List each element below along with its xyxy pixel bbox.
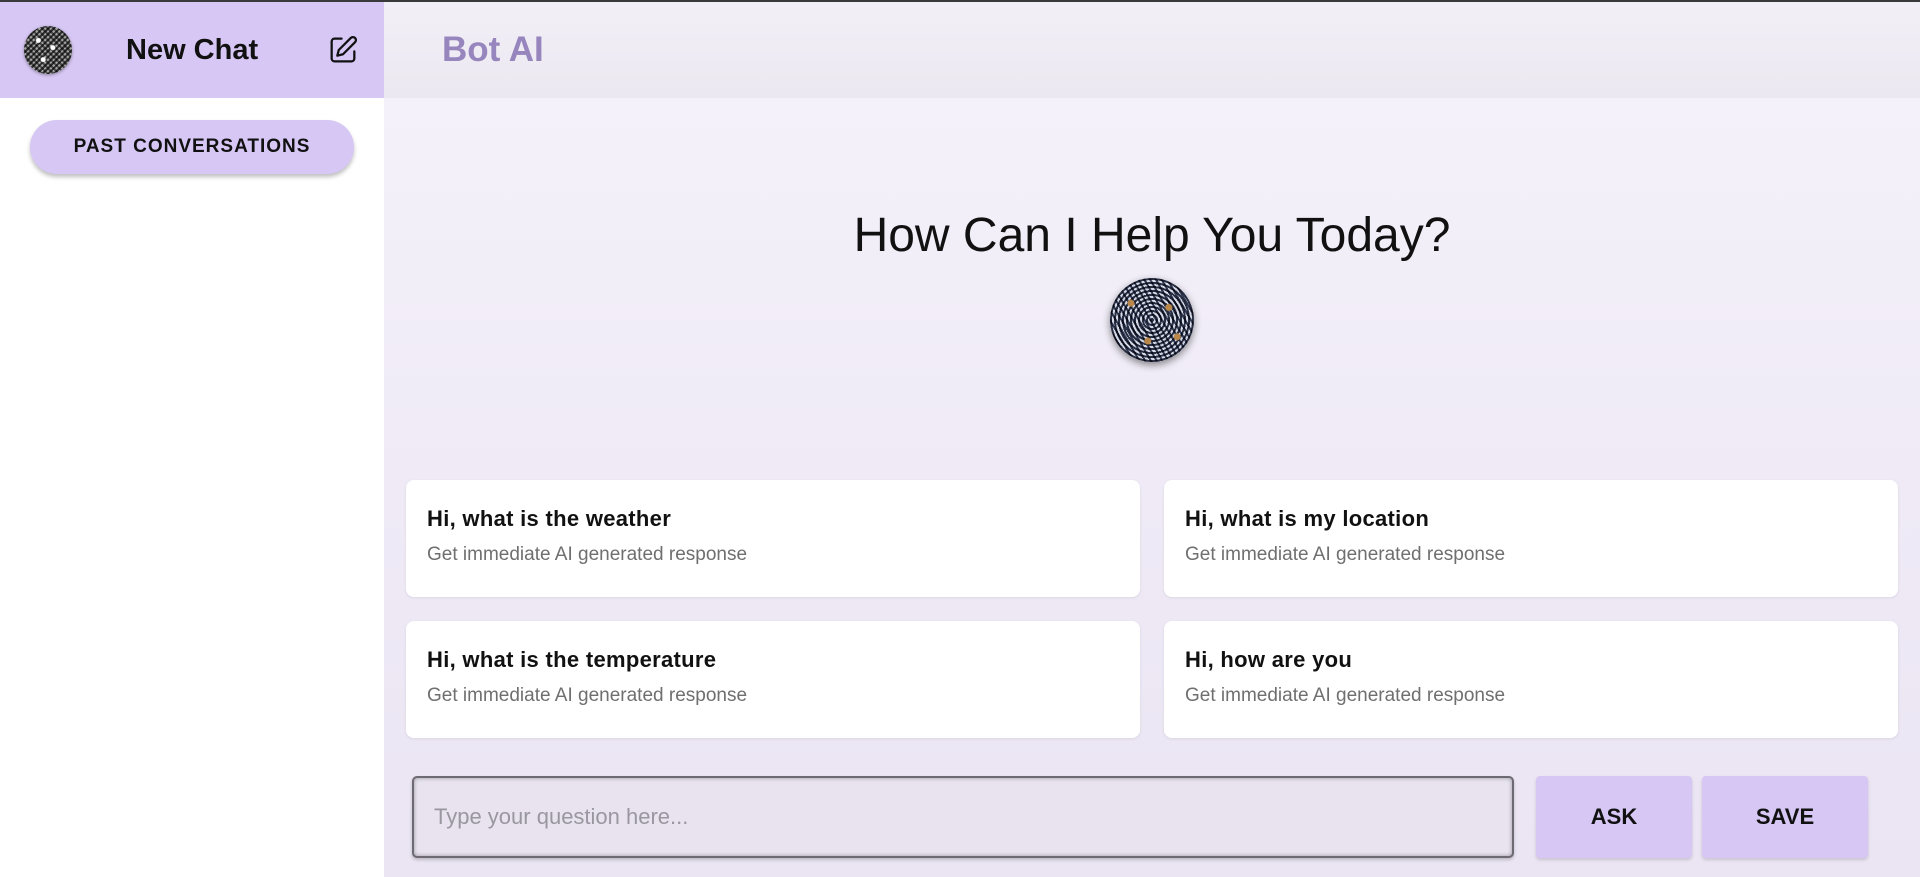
suggestion-title: Hi, what is my location (1185, 506, 1430, 531)
suggestion-subtitle: Get immediate AI generated response (1185, 685, 1506, 706)
suggestion-title: Hi, how are you (1185, 647, 1353, 672)
save-button[interactable]: SAVE (1702, 776, 1868, 858)
suggestion-grid: Hi, what is the weather Get immediate AI… (406, 480, 1898, 738)
avatar (24, 26, 72, 74)
composer: ASK SAVE (412, 774, 1896, 860)
suggestion-subtitle: Get immediate AI generated response (427, 685, 748, 706)
main-panel: Bot AI How Can I Help You Today? Hi, wha… (384, 2, 1920, 877)
question-input[interactable] (412, 776, 1514, 858)
suggestion-card[interactable]: Hi, what is the temperature Get immediat… (406, 621, 1140, 738)
ask-button[interactable]: ASK (1536, 776, 1692, 858)
suggestion-card[interactable]: Hi, what is my location Get immediate AI… (1164, 480, 1898, 597)
suggestion-title: Hi, what is the weather (427, 506, 672, 531)
sidebar-body: PAST CONVERSATIONS (0, 98, 384, 196)
sidebar-header: New Chat (0, 2, 384, 98)
suggestion-card[interactable]: Hi, how are you Get immediate AI generat… (1164, 621, 1898, 738)
new-chat-label[interactable]: New Chat (126, 34, 326, 67)
edit-pencil-icon[interactable] (326, 33, 360, 67)
bot-avatar (1110, 278, 1194, 362)
hero: How Can I Help You Today? (384, 212, 1920, 362)
brand-title: Bot AI (442, 30, 544, 69)
suggestion-subtitle: Get immediate AI generated response (427, 544, 748, 565)
sidebar: New Chat PAST CONVERSATIONS (0, 2, 384, 877)
main-header: Bot AI (384, 2, 1920, 98)
suggestion-subtitle: Get immediate AI generated response (1185, 544, 1506, 565)
past-conversations-button[interactable]: PAST CONVERSATIONS (30, 120, 354, 174)
suggestion-card[interactable]: Hi, what is the weather Get immediate AI… (406, 480, 1140, 597)
app-window: New Chat PAST CONVERSATIONS Bot AI How C… (0, 0, 1920, 877)
hero-title: How Can I Help You Today? (853, 209, 1451, 262)
suggestion-title: Hi, what is the temperature (427, 647, 717, 672)
